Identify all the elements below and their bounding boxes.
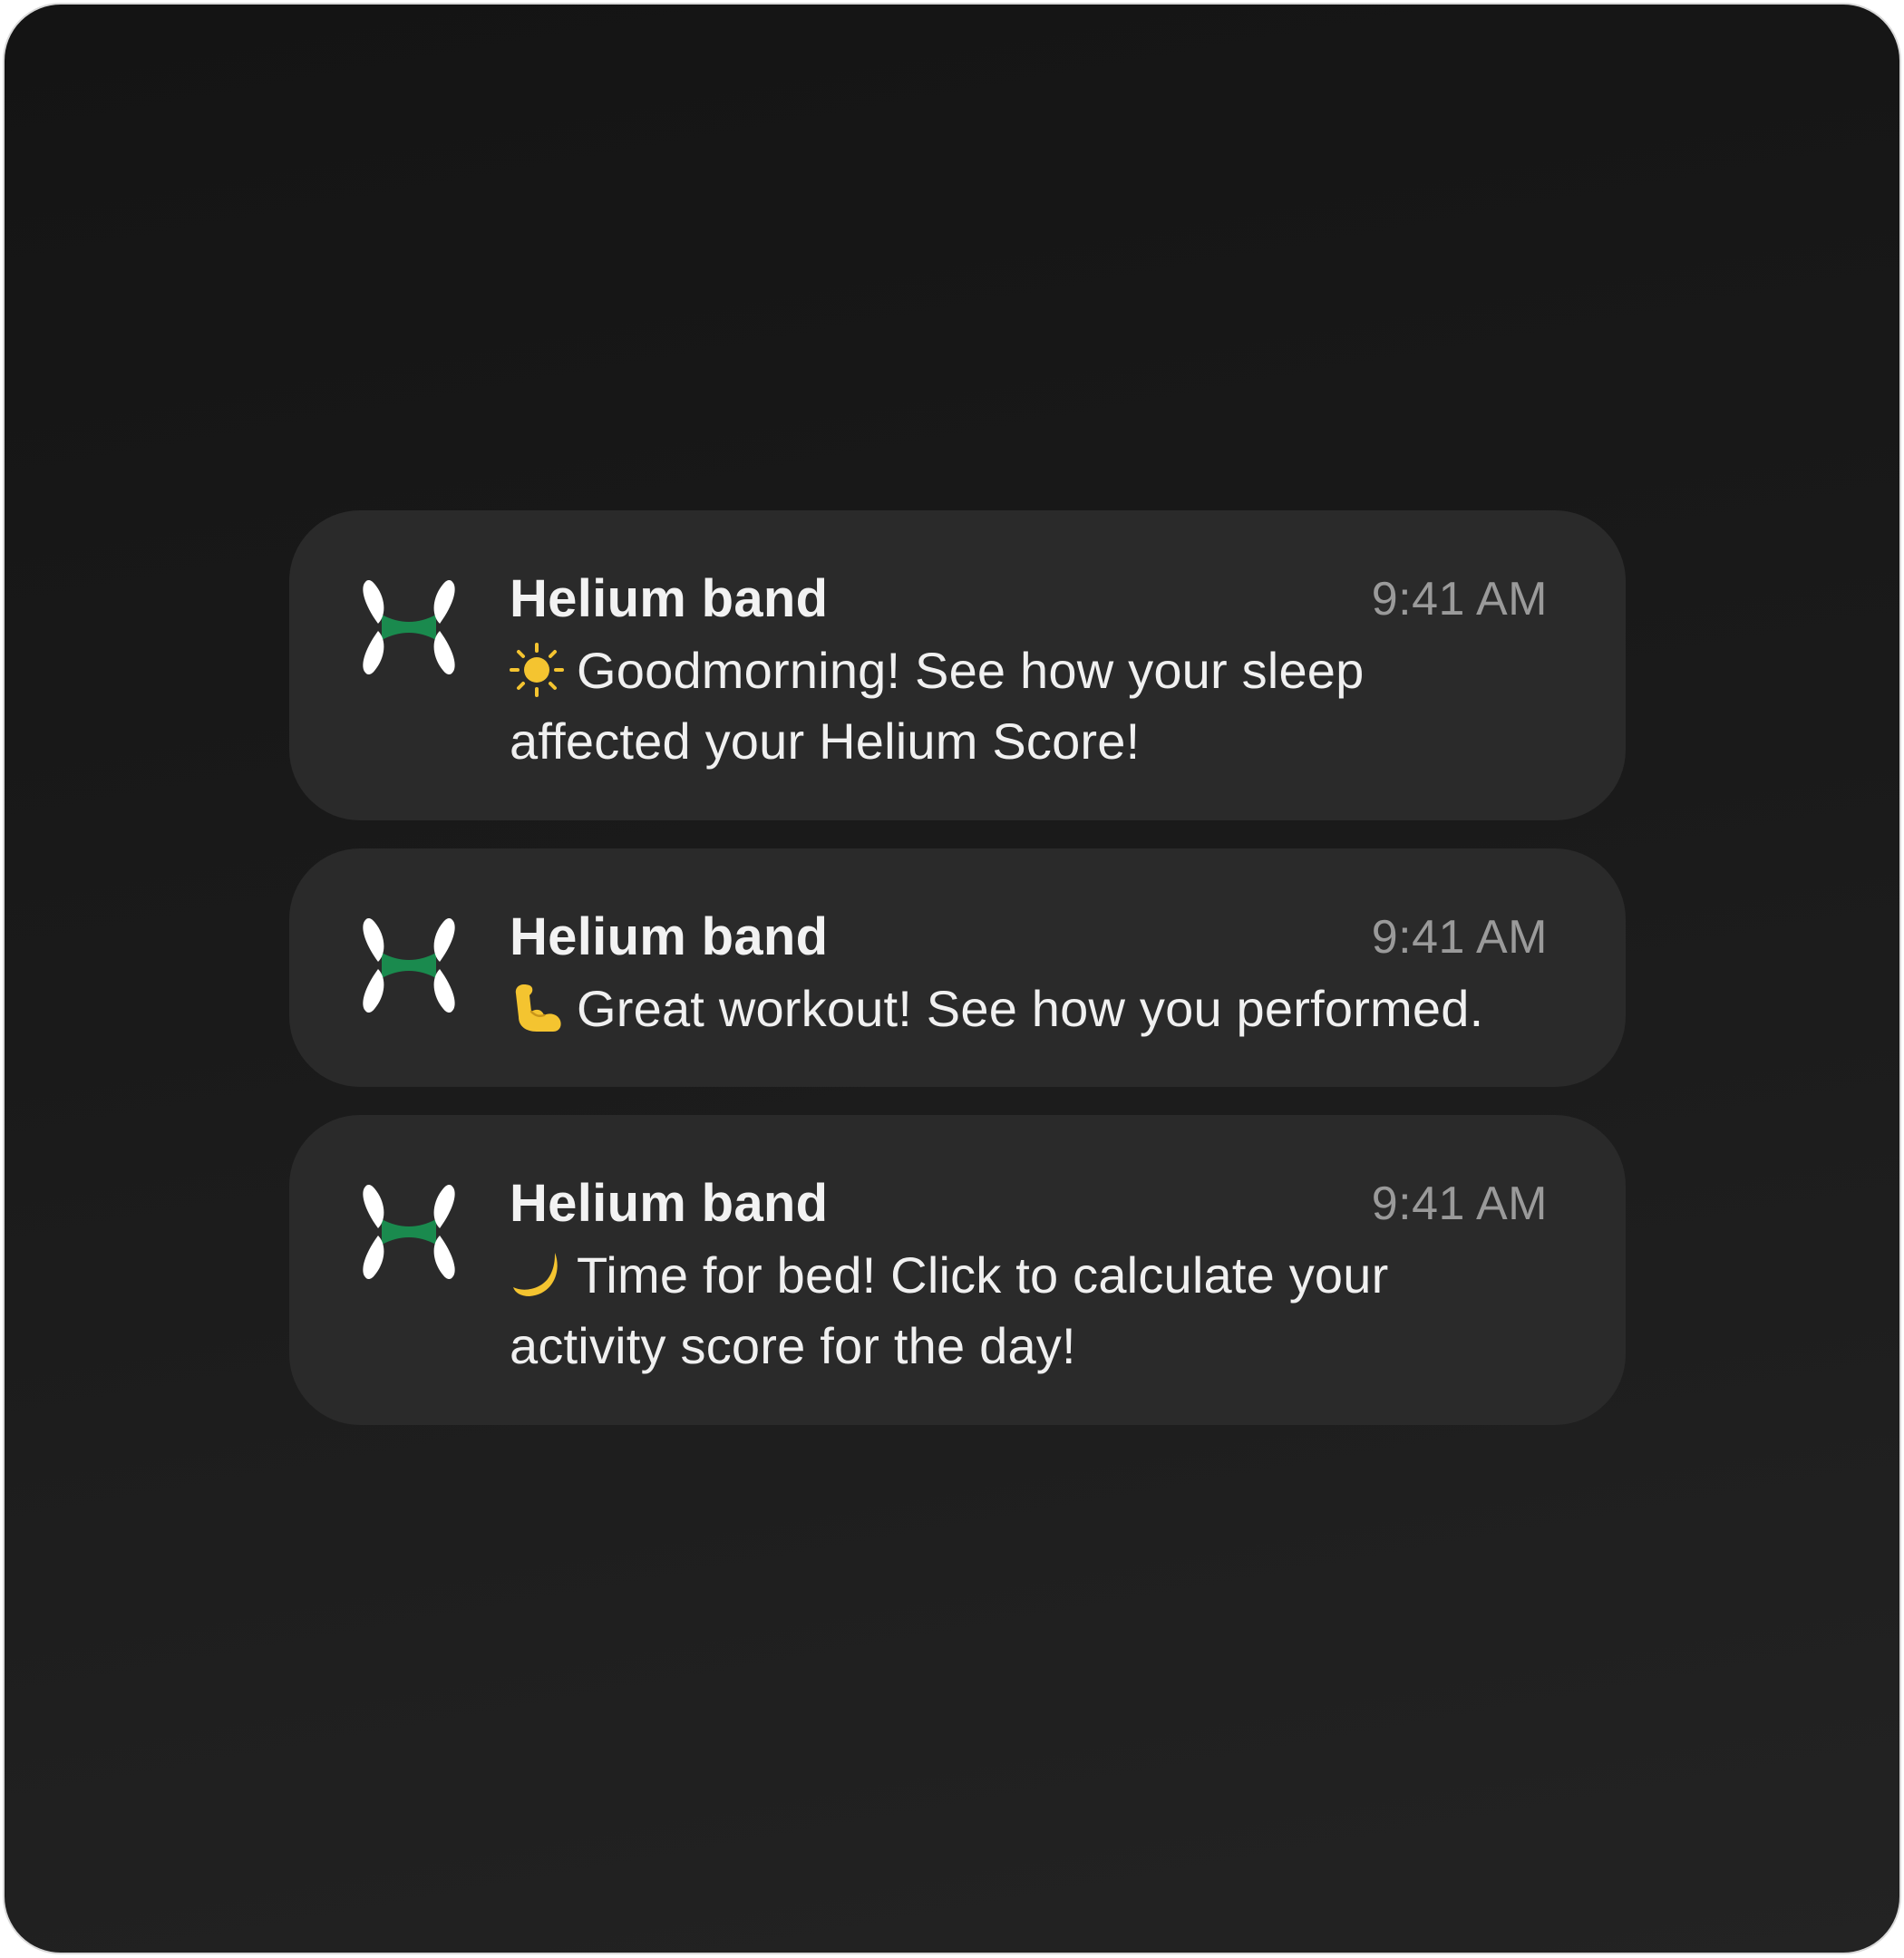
sun-icon: [510, 643, 564, 697]
notification-message-row: Goodmorning! See how your sleep affected…: [510, 635, 1552, 777]
notification-message: Great workout! See how you performed.: [577, 980, 1484, 1037]
notification-message-row: Time for bed! Click to calculate your ac…: [510, 1240, 1552, 1381]
notification-time: 9:41 AM: [1371, 911, 1548, 964]
notification-time: 9:41 AM: [1371, 1178, 1548, 1230]
notification-app-name: Helium band: [510, 907, 829, 966]
crescent-moon-icon: [513, 1253, 558, 1296]
helium-band-logo-icon: [363, 1184, 455, 1280]
notification-card[interactable]: Helium band 9:41 AM Time for bed! Click …: [289, 1115, 1626, 1425]
notification-app-name: Helium band: [510, 1174, 829, 1233]
helium-band-logo-icon: [363, 579, 455, 675]
notification-app-name: Helium band: [510, 569, 829, 628]
notification-screen: Helium band 9:41 AM Goodmorning! See how…: [3, 3, 1901, 1954]
notification-message: Time for bed! Click to calculate your ac…: [510, 1246, 1389, 1374]
notification-card[interactable]: Helium band 9:41 AM Goodmorning! See how…: [289, 510, 1626, 820]
notification-time: 9:41 AM: [1371, 573, 1548, 625]
helium-band-logo-icon: [363, 917, 455, 1013]
notification-stack: Helium band 9:41 AM Goodmorning! See how…: [289, 510, 1626, 1453]
notification-message: Goodmorning! See how your sleep affected…: [510, 642, 1365, 770]
flexed-biceps-icon: [515, 984, 561, 1032]
notification-card[interactable]: Helium band 9:41 AM Great workout! See h…: [289, 848, 1626, 1087]
notification-message-row: Great workout! See how you performed.: [510, 974, 1598, 1044]
